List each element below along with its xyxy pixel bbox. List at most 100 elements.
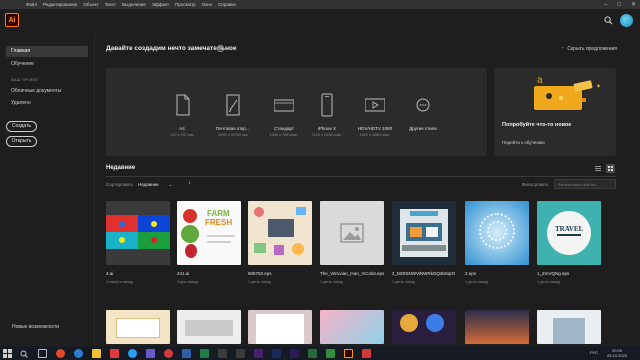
clock[interactable]: 20:05 05.10.2020: [607, 348, 627, 358]
avatar[interactable]: [620, 14, 633, 27]
file-name: 1_ZmVQNg.eps: [537, 271, 570, 276]
sidebar: Главная Обучение ВАШ ПРОЕКТ Облачные док…: [0, 33, 95, 345]
preset-postcard[interactable]: Почтовая откр… 3050 x 39750 мм: [209, 68, 257, 156]
menu-view[interactable]: Просмотр: [175, 2, 196, 7]
preset-iphone-x[interactable]: iPhone X 1125 x 2436 пикс.: [303, 68, 351, 156]
preset-size: 1920 x 1080 пикс.: [359, 133, 391, 137]
opera-icon[interactable]: [56, 349, 65, 358]
app-icon[interactable]: [362, 349, 371, 358]
sort-dropdown[interactable]: Недавние ⌄: [138, 180, 180, 189]
preset-size: 3050 x 39750 мм: [218, 133, 248, 137]
edge-icon[interactable]: [74, 349, 83, 358]
language-indicator[interactable]: РУС: [590, 350, 598, 355]
recent-file-card[interactable]: 4.ai 1 минута назад: [106, 201, 170, 284]
recent-file-card[interactable]: [106, 310, 170, 344]
search-icon[interactable]: [20, 350, 28, 358]
file-date: 4 дня назад: [177, 280, 198, 284]
yandex-icon[interactable]: [110, 349, 119, 358]
phone-icon: [321, 93, 333, 117]
file-date: 1 день назад: [392, 280, 415, 284]
illustrator-icon[interactable]: [344, 349, 353, 358]
go-to-learn-link[interactable]: Перейти к обучению: [502, 140, 545, 145]
filter-input[interactable]: [554, 179, 616, 189]
file-thumbnail: [400, 314, 418, 332]
whats-new-link[interactable]: Новые возможности: [12, 324, 59, 330]
file-date: 1 день назад: [248, 280, 271, 284]
maximize-icon[interactable]: □: [617, 2, 621, 8]
open-button[interactable]: Открыть: [6, 136, 37, 147]
recent-file-card[interactable]: 2_MzE5NWViNWRkGQ4bSqrG… 1 день назад: [392, 201, 456, 284]
preset-a4[interactable]: A4 210 x 297 мм: [158, 68, 206, 156]
sort-value: Недавние: [138, 182, 159, 187]
sidebar-item-deleted[interactable]: Удалено: [6, 98, 88, 109]
preset-standard[interactable]: Стандарт 1366 x 768 пикс.: [260, 68, 308, 156]
photoshop-icon[interactable]: [272, 349, 281, 358]
postcard-icon: [226, 94, 240, 116]
sort-direction-icon[interactable]: ↓: [188, 180, 191, 186]
svg-text:a: a: [537, 75, 543, 86]
file-explorer-icon[interactable]: [92, 349, 101, 358]
file-thumbnail: [426, 314, 444, 332]
more-icon: [416, 98, 430, 112]
home-main: Давайте создадим нечто замечательное i ⌃…: [96, 33, 640, 345]
recent-file-card[interactable]: FARM FRESH 441.ai 4 дня назад: [177, 201, 241, 284]
clock-date: 05.10.2020: [607, 353, 628, 358]
recent-file-card[interactable]: [177, 310, 241, 344]
telegram-icon[interactable]: [128, 349, 137, 358]
premiere-icon[interactable]: [290, 349, 299, 358]
hide-suggestions-button[interactable]: ⌃ Скрыть предложения: [561, 46, 617, 52]
sidebar-item-learn[interactable]: Обучение: [6, 59, 88, 70]
grid-view-icon[interactable]: [606, 164, 615, 173]
menu-select[interactable]: Выделение: [122, 2, 146, 7]
recent-file-card[interactable]: [537, 310, 601, 344]
chrome-icon[interactable]: [164, 349, 173, 358]
menu-object[interactable]: Объект: [83, 2, 98, 7]
file-name: 2.eps: [465, 271, 477, 276]
file-thumbnail: [465, 201, 529, 265]
menu-window[interactable]: Окно: [202, 2, 212, 7]
try-something-panel[interactable]: a ✦ Попробуйте что-то новое Перейти к об…: [494, 68, 616, 156]
divider: [106, 176, 616, 177]
preset-name: HDV/HDTV 1080: [357, 126, 393, 131]
menu-effect[interactable]: Эффект: [152, 2, 169, 7]
task-view-icon[interactable]: [38, 349, 47, 358]
search-icon[interactable]: [604, 16, 613, 25]
menu-type[interactable]: Текст: [105, 2, 116, 7]
recent-file-card[interactable]: The_Vitruvian_man_InColor.eps 1 день наз…: [320, 201, 384, 284]
xd-icon[interactable]: [254, 349, 263, 358]
preset-hdtv[interactable]: HDV/HDTV 1080 1920 x 1080 пикс.: [351, 68, 399, 156]
menu-help[interactable]: Справка: [218, 2, 236, 7]
recent-file-card[interactable]: [392, 310, 456, 344]
info-icon[interactable]: i: [217, 45, 224, 52]
minimize-icon[interactable]: –: [604, 2, 607, 8]
close-icon[interactable]: ✕: [631, 1, 636, 8]
app-icon[interactable]: [236, 349, 245, 358]
file-thumbnail: FARM FRESH: [177, 201, 241, 265]
word-icon[interactable]: [182, 349, 191, 358]
list-view-icon[interactable]: [593, 164, 602, 173]
app-icon[interactable]: [218, 349, 227, 358]
windows-start-icon[interactable]: [3, 349, 12, 358]
sidebar-item-cloud-docs[interactable]: Облачные документы: [6, 86, 88, 97]
file-thumbnail: [320, 201, 384, 265]
app-icon[interactable]: [326, 349, 335, 358]
recent-file-card[interactable]: [465, 310, 529, 344]
app-icon[interactable]: [308, 349, 317, 358]
recent-file-card[interactable]: 2.eps 1 день назад: [465, 201, 529, 284]
recent-file-card[interactable]: [320, 310, 384, 344]
menu-file[interactable]: Файл: [26, 2, 37, 7]
recent-file-card[interactable]: TRAVEL 1_ZmVQNg.eps 1 день назад: [537, 201, 601, 284]
sidebar-item-home[interactable]: Главная: [6, 46, 88, 57]
excel-icon[interactable]: [200, 349, 209, 358]
file-name: 4.ai: [106, 271, 114, 276]
file-name: 2_MzE5NWViNWRkGQ4bSqrG…: [392, 271, 456, 276]
preset-size: 1366 x 768 пикс.: [269, 133, 299, 137]
preset-more[interactable]: Другие стили: [399, 68, 447, 156]
app-icon[interactable]: [146, 349, 155, 358]
menu-edit[interactable]: Редактирование: [43, 2, 77, 7]
create-button[interactable]: Создать: [6, 121, 37, 132]
recent-file-card[interactable]: 606753.eps 1 день назад: [248, 201, 312, 284]
preset-name: Другие стили: [409, 126, 437, 131]
preset-name: iPhone X: [317, 126, 337, 131]
recent-file-card[interactable]: [248, 310, 312, 344]
